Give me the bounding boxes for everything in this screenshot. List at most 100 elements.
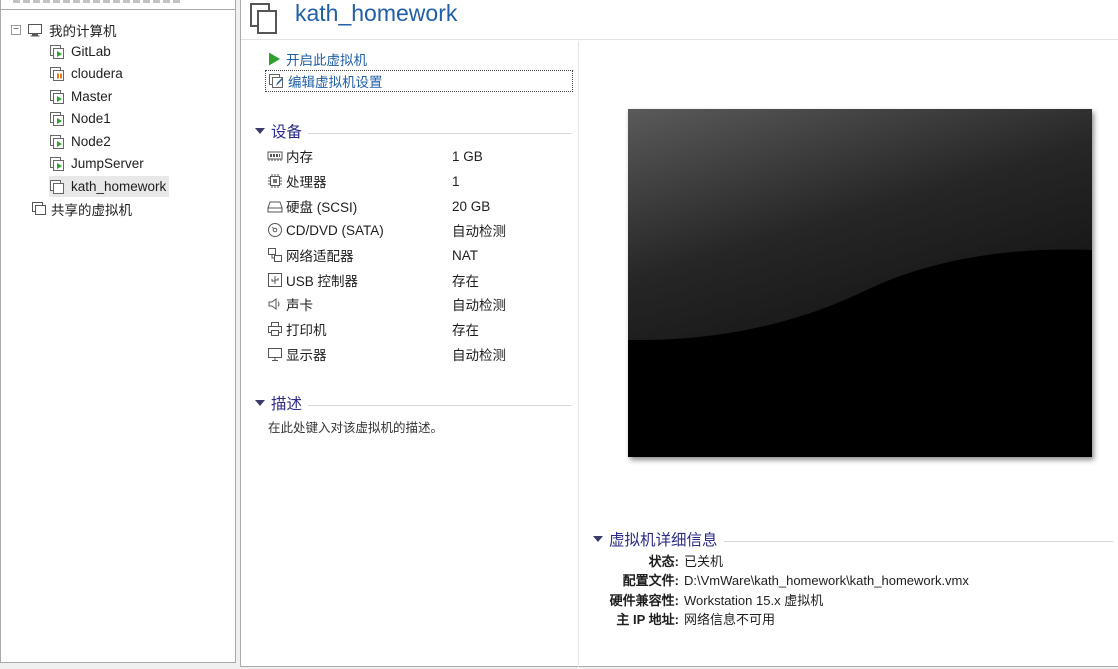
screen-gloss-graphic <box>628 109 1092 457</box>
device-name: 网络适配器 <box>286 249 354 264</box>
device-name: 内存 <box>286 150 313 165</box>
vm-powered-off-icon <box>50 156 64 171</box>
tree-root-label: 我的计算机 <box>49 23 117 39</box>
tree-item-vm[interactable]: cloudera <box>49 63 123 84</box>
device-row-sound[interactable]: 声卡 自动检测 <box>267 293 567 315</box>
edit-settings-icon <box>269 74 283 88</box>
tree-item-my-computer[interactable]: − 我的计算机 <box>11 19 117 40</box>
cpu-icon <box>268 174 282 188</box>
detail-key: 硬件兼容性: <box>609 593 679 608</box>
device-name: 显示器 <box>286 348 327 363</box>
detail-row-status: 状态: 已关机 <box>599 552 1118 572</box>
vm-label: cloudera <box>71 66 123 81</box>
collapse-triangle-icon[interactable] <box>255 128 265 134</box>
usb-icon <box>268 273 282 287</box>
device-name: 处理器 <box>286 175 327 190</box>
memory-icon <box>267 151 283 161</box>
device-value: 1 <box>452 173 460 189</box>
edit-vm-settings-link[interactable]: 编辑虚拟机设置 <box>265 70 573 92</box>
vm-large-icon <box>250 3 277 34</box>
detail-key: 主 IP 地址: <box>616 612 679 627</box>
vm-label: Node1 <box>71 111 111 126</box>
device-name: USB 控制器 <box>286 274 359 289</box>
tree-item-vm[interactable]: Master <box>49 86 112 107</box>
device-row-cpu[interactable]: 处理器 1 <box>267 170 567 192</box>
divider <box>723 540 1113 542</box>
devices-section-header[interactable]: 设备 <box>255 121 571 141</box>
vm-title: kath_homework <box>295 0 458 26</box>
vm-icon <box>50 179 64 194</box>
power-on-label: 开启此虚拟机 <box>286 53 367 68</box>
device-value: 自动检测 <box>452 224 506 239</box>
vm-details-heading: 虚拟机详细信息 <box>609 532 718 549</box>
description-section-header[interactable]: 描述 <box>255 393 571 413</box>
tree-item-vm-selected[interactable]: kath_homework <box>49 176 170 197</box>
divider <box>308 132 571 134</box>
detail-value: Workstation 15.x 虚拟机 <box>684 593 824 608</box>
detail-row-ip-address: 主 IP 地址: 网络信息不可用 <box>599 610 1118 630</box>
tree-item-vm[interactable]: Node2 <box>49 131 111 152</box>
device-value: 自动检测 <box>452 298 506 313</box>
vm-label: kath_homework <box>71 179 167 194</box>
shared-vms-label: 共享的虚拟机 <box>51 202 132 218</box>
vm-powered-off-icon <box>50 89 64 104</box>
device-name: 打印机 <box>286 323 327 338</box>
vm-info-column: 开启此虚拟机 编辑虚拟机设置 设备 内存 1 GB 处理器 1 硬盘 (SCSI… <box>241 41 579 667</box>
device-value: NAT <box>452 247 478 263</box>
devices-heading: 设备 <box>271 124 303 141</box>
device-value: 20 GB <box>452 198 491 214</box>
vm-powered-off-icon <box>50 134 64 149</box>
detail-row-hardware-compat: 硬件兼容性: Workstation 15.x 虚拟机 <box>599 591 1118 611</box>
tree-item-shared-vms[interactable]: 共享的虚拟机 <box>31 198 132 219</box>
network-adapter-icon <box>268 248 282 262</box>
vm-label: JumpServer <box>71 156 144 171</box>
play-icon <box>269 52 280 66</box>
device-name: CD/DVD (SATA) <box>286 222 384 238</box>
sound-card-icon <box>268 298 280 310</box>
tree-item-vm[interactable]: JumpServer <box>49 153 144 174</box>
printer-icon <box>268 322 282 336</box>
device-value: 自动检测 <box>452 348 506 363</box>
device-name: 声卡 <box>286 298 313 313</box>
library-panel: − 我的计算机 GitLab cloudera Master Node1 Nod… <box>0 0 236 663</box>
vm-label: Node2 <box>71 134 111 149</box>
device-row-memory[interactable]: 内存 1 GB <box>267 145 567 167</box>
collapse-triangle-icon[interactable] <box>255 400 265 406</box>
detail-key: 配置文件: <box>622 573 679 588</box>
vm-summary-page: kath_homework 开启此虚拟机 编辑虚拟机设置 设备 内存 1 GB … <box>240 0 1118 667</box>
description-input[interactable]: 在此处键入对该虚拟机的描述。 <box>268 417 443 436</box>
detail-value: 已关机 <box>684 554 724 569</box>
device-row-hard-disk[interactable]: 硬盘 (SCSI) 20 GB <box>267 195 567 217</box>
collapse-icon[interactable]: − <box>11 24 21 35</box>
divider <box>308 404 571 406</box>
tree-item-vm[interactable]: Node1 <box>49 108 111 129</box>
vm-label: GitLab <box>71 44 111 59</box>
device-value: 存在 <box>452 274 479 289</box>
vm-suspended-icon <box>50 66 64 81</box>
device-row-display[interactable]: 显示器 自动检测 <box>267 343 567 365</box>
vm-label: Master <box>71 89 113 104</box>
tree-item-vm[interactable]: GitLab <box>49 41 111 62</box>
collapse-triangle-icon[interactable] <box>593 536 603 542</box>
device-row-printer[interactable]: 打印机 存在 <box>267 318 567 340</box>
detail-value: 网络信息不可用 <box>684 612 776 627</box>
device-value: 存在 <box>452 323 479 338</box>
power-on-vm-link[interactable]: 开启此虚拟机 <box>266 48 367 70</box>
device-row-network[interactable]: 网络适配器 NAT <box>267 244 567 266</box>
computer-icon <box>28 23 42 36</box>
vm-powered-off-icon <box>50 44 64 59</box>
shared-vms-icon <box>32 201 46 215</box>
cd-dvd-icon <box>268 223 282 237</box>
detail-row-config-file: 配置文件: D:\VmWare\kath_homework\kath_homew… <box>599 571 1118 591</box>
device-row-usb[interactable]: USB 控制器 存在 <box>267 269 567 291</box>
library-search-box[interactable] <box>1 0 235 10</box>
edit-settings-label: 编辑虚拟机设置 <box>288 75 383 90</box>
device-name: 硬盘 (SCSI) <box>286 200 358 215</box>
display-icon <box>268 348 282 361</box>
vm-screen-thumbnail[interactable] <box>628 109 1092 457</box>
device-value: 1 GB <box>452 148 483 164</box>
device-row-cd-dvd[interactable]: CD/DVD (SATA) 自动检测 <box>267 219 567 241</box>
description-heading: 描述 <box>271 396 303 413</box>
vm-details-section-header[interactable]: 虚拟机详细信息 <box>593 529 1113 549</box>
vm-powered-off-icon <box>50 111 64 126</box>
